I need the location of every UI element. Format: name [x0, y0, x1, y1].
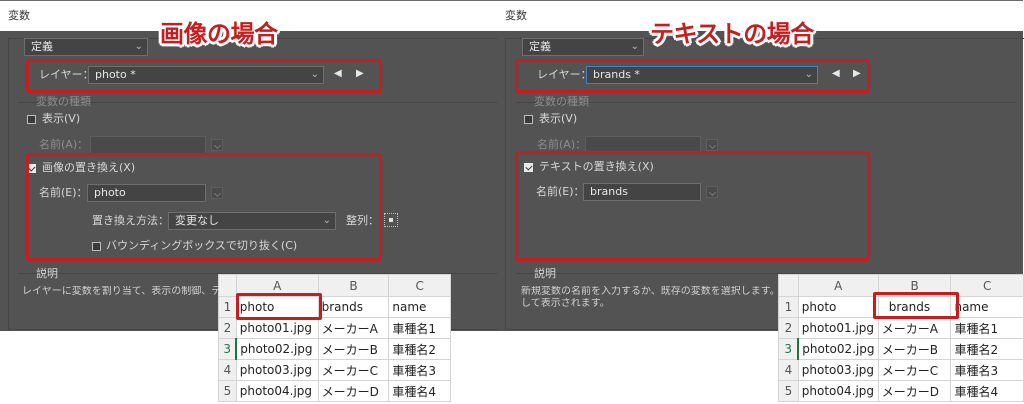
cell[interactable]: メーカーC: [877, 359, 952, 381]
visibility-label: 表示(V): [539, 112, 578, 125]
table-row: 4 photo03.jpg メーカーC 車種名3: [218, 359, 451, 381]
corner-cell[interactable]: [218, 274, 237, 297]
table-row: 5 photo04.jpg メーカーD 車種名4: [778, 380, 1024, 402]
cell[interactable]: brands: [317, 296, 390, 318]
cell[interactable]: name: [950, 296, 1024, 318]
highlight-cell-photo: [236, 293, 322, 320]
cell[interactable]: メーカーD: [317, 380, 390, 402]
row-header[interactable]: 4: [218, 359, 237, 381]
column-header[interactable]: B: [317, 274, 390, 297]
visibility-name-label: 名前(A)：: [39, 138, 89, 151]
cell[interactable]: 車種名2: [388, 338, 451, 360]
column-header[interactable]: C: [950, 274, 1024, 297]
cell[interactable]: photo02.jpg: [797, 338, 879, 360]
cell[interactable]: メーカーB: [317, 338, 390, 360]
cell[interactable]: メーカーB: [877, 338, 952, 360]
table-row: 3 photo02.jpg メーカーB 車種名2: [778, 338, 1024, 360]
cell[interactable]: photo02.jpg: [235, 338, 319, 360]
group-divider: [516, 102, 1016, 103]
highlight-replace-box: [515, 151, 870, 261]
table-row: 2 photo01.jpg メーカーA 車種名1: [218, 317, 451, 339]
visibility-checkbox[interactable]: [27, 115, 36, 124]
cell[interactable]: name: [388, 296, 451, 318]
definition-dropdown-label: 定義: [529, 40, 551, 53]
cell[interactable]: photo: [797, 296, 879, 318]
align-grid-icon[interactable]: [384, 213, 398, 227]
row-header[interactable]: 2: [778, 317, 799, 339]
highlight-replace-box: [26, 153, 382, 261]
highlight-cell-brands: [873, 292, 959, 319]
row-header[interactable]: 2: [218, 317, 237, 339]
row-header[interactable]: 3: [218, 338, 238, 360]
cell[interactable]: 車種名4: [950, 380, 1024, 402]
table-row: 2 photo01.jpg メーカーA 車種名1: [778, 317, 1024, 339]
description-text: レイヤーに変数を割り当て、表示の制御、テキ: [22, 286, 222, 297]
cell[interactable]: メーカーA: [317, 317, 390, 339]
column-header[interactable]: C: [388, 274, 451, 297]
var-type-group-title: 変数の種類: [534, 95, 589, 108]
cell[interactable]: 車種名1: [388, 317, 451, 339]
cell[interactable]: photo01.jpg: [797, 317, 879, 339]
table-row: 5 photo04.jpg メーカーD 車種名4: [218, 380, 451, 402]
highlight-layer-box: [515, 59, 870, 93]
row-header[interactable]: 5: [218, 380, 237, 402]
headline-text: テキストの場合: [650, 20, 814, 48]
row-header[interactable]: 4: [778, 359, 799, 381]
row-header[interactable]: 3: [778, 338, 800, 360]
chevron-down-icon: ⌄: [630, 41, 639, 52]
definition-dropdown[interactable]: 定義 ⌄: [24, 38, 148, 56]
cell[interactable]: photo04.jpg: [235, 380, 319, 402]
column-header[interactable]: A: [797, 274, 879, 297]
cell[interactable]: 車種名3: [950, 359, 1024, 381]
cell[interactable]: photo01.jpg: [235, 317, 319, 339]
description-title: 説明: [534, 267, 556, 280]
cell[interactable]: 車種名2: [950, 338, 1024, 360]
description-text-line2: して表示されます。: [521, 298, 610, 309]
row-header[interactable]: 1: [218, 296, 237, 318]
visibility-label: 表示(V): [42, 112, 81, 125]
cell[interactable]: 車種名1: [950, 317, 1024, 339]
cell[interactable]: photo04.jpg: [797, 380, 879, 402]
chevron-down-icon: ⌄: [134, 41, 143, 52]
cell[interactable]: メーカーA: [877, 317, 952, 339]
chevron-down-icon[interactable]: [706, 139, 718, 151]
row-header[interactable]: 1: [778, 296, 799, 318]
definition-dropdown[interactable]: 定義 ⌄: [522, 38, 644, 56]
chevron-down-icon[interactable]: [211, 139, 223, 151]
visibility-name-field[interactable]: [90, 136, 206, 154]
cell[interactable]: 車種名4: [388, 380, 451, 402]
description-text-line1: 新規変数の名前を入力するか、既存の変数を選択します。こ: [521, 286, 781, 297]
visibility-checkbox[interactable]: [524, 115, 533, 124]
definition-dropdown-label: 定義: [31, 40, 53, 53]
var-type-group-title: 変数の種類: [36, 95, 91, 108]
cell[interactable]: 車種名3: [388, 359, 451, 381]
cell[interactable]: メーカーC: [317, 359, 390, 381]
corner-cell[interactable]: [778, 274, 799, 297]
table-row: 4 photo03.jpg メーカーC 車種名3: [778, 359, 1024, 381]
headline-image: 画像の場合: [160, 20, 278, 48]
visibility-name-label: 名前(A)：: [537, 138, 587, 151]
cell[interactable]: メーカーD: [877, 380, 952, 402]
row-header[interactable]: 5: [778, 380, 799, 402]
cell[interactable]: photo03.jpg: [235, 359, 319, 381]
cell[interactable]: photo03.jpg: [797, 359, 879, 381]
description-title: 説明: [36, 267, 58, 280]
table-row: 3 photo02.jpg メーカーB 車種名2: [218, 338, 451, 360]
highlight-layer-box: [26, 59, 382, 93]
